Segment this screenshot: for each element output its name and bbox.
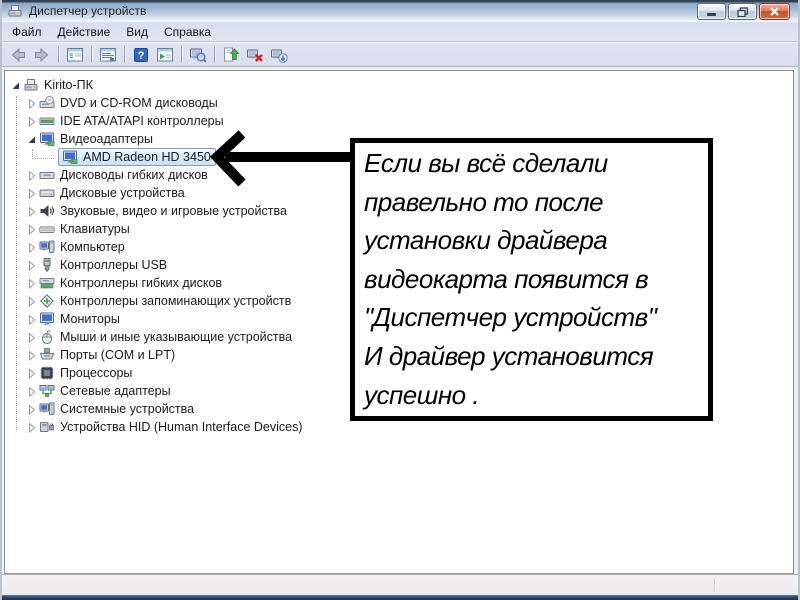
hid-device-icon [39,419,56,435]
menu-file[interactable]: Файл [4,23,50,41]
minimize-button[interactable] [697,3,726,20]
menu-help[interactable]: Справка [156,23,219,41]
expand-closed-icon[interactable] [25,205,37,217]
device-manager-app-icon [8,5,22,17]
toolbar [2,43,798,67]
search-computer-icon [189,47,207,63]
storage-controller-icon [39,293,56,309]
show-console-tree-icon [67,47,83,61]
help-icon [134,47,148,62]
restore-button[interactable] [728,3,757,20]
expand-closed-icon[interactable] [25,385,37,397]
expand-closed-icon[interactable] [25,331,37,343]
expand-open-icon[interactable] [25,133,37,145]
expand-closed-icon[interactable] [25,403,37,415]
expand-closed-icon[interactable] [25,97,37,109]
port-icon [39,347,56,363]
back-button[interactable] [6,44,30,66]
properties-button[interactable] [96,44,120,66]
floppy-controller-icon [39,275,56,291]
expand-closed-icon[interactable] [25,313,37,325]
help-button[interactable] [129,44,153,66]
expand-closed-icon[interactable] [25,187,37,199]
keyboard-icon [39,221,56,237]
back-icon [12,48,25,61]
expand-closed-icon[interactable] [25,223,37,235]
action-pane-icon [157,47,173,61]
display-adapter-icon [62,149,79,165]
expand-closed-icon[interactable] [25,367,37,379]
cd-drive-icon [39,95,56,111]
uninstall-device-button[interactable] [243,44,267,66]
tree-item-ide-controllers[interactable]: IDE ATA/ATAPI контроллеры [5,112,793,130]
display-adapter-icon [39,131,56,147]
status-bar-divider [714,578,715,592]
toolbar-separator [91,46,92,63]
expand-closed-icon[interactable] [25,115,37,127]
show-console-tree-button[interactable] [63,44,87,66]
disk-drive-icon [39,185,56,201]
action-pane-button[interactable] [153,44,177,66]
update-driver-icon [224,47,239,61]
close-icon [769,6,780,17]
toolbar-separator [58,46,59,63]
status-bar [2,574,798,595]
uninstall-device-icon [246,48,264,62]
expand-closed-icon[interactable] [25,277,37,289]
scan-hardware-changes-button[interactable] [267,44,291,66]
tree-item-computer-root[interactable]: Kirito-ПК [5,76,793,94]
expand-closed-icon[interactable] [25,295,37,307]
annotation-text-box: Если вы всё сделали правельно то после у… [350,138,713,421]
menu-bar: Файл Действие Вид Справка [2,22,798,42]
toolbar-separator [214,46,215,63]
system-devices-icon [39,401,56,417]
search-computer-button[interactable] [186,44,210,66]
toolbar-separator [124,46,125,63]
computer-root-icon [23,77,40,93]
expand-open-icon[interactable] [9,79,21,91]
expand-closed-icon[interactable] [25,169,37,181]
restore-icon [737,6,748,17]
network-adapter-icon [39,383,56,399]
forward-button[interactable] [30,44,54,66]
tree-item-dvd-cdrom[interactable]: DVD и CD-ROM дисководы [5,94,793,112]
menu-action[interactable]: Действие [50,23,119,41]
annotation-text: Если вы всё сделали правельно то после у… [364,148,657,410]
tree-connector-line [32,149,54,159]
menu-view[interactable]: Вид [118,23,156,41]
window-title: Диспетчер устройств [29,4,147,18]
floppy-drive-icon [39,167,56,183]
title-bar[interactable]: Диспетчер устройств [2,0,798,22]
cpu-icon [39,365,56,381]
ide-controller-icon [39,113,56,129]
tree-connector-line [16,96,17,430]
minimize-icon [707,13,716,16]
bottom-edge-strip [2,595,798,600]
usb-controller-icon [39,257,56,273]
mouse-icon [39,329,56,345]
computer-icon [39,239,56,255]
expand-closed-icon[interactable] [25,241,37,253]
properties-icon [100,47,116,61]
toolbar-separator [181,46,182,63]
monitor-icon [39,311,56,327]
audio-device-icon [39,203,56,219]
update-driver-button[interactable] [219,44,243,66]
close-button[interactable] [759,3,790,20]
selected-item-highlight[interactable]: AMD Radeon HD 3450 [58,148,216,166]
expand-closed-icon[interactable] [25,259,37,271]
device-manager-window: Диспетчер устройств Файл Действие Вид Сп… [0,0,800,600]
forward-icon [35,48,48,61]
scan-hardware-changes-icon [270,48,288,63]
expand-closed-icon[interactable] [25,349,37,361]
expand-closed-icon[interactable] [25,421,37,433]
